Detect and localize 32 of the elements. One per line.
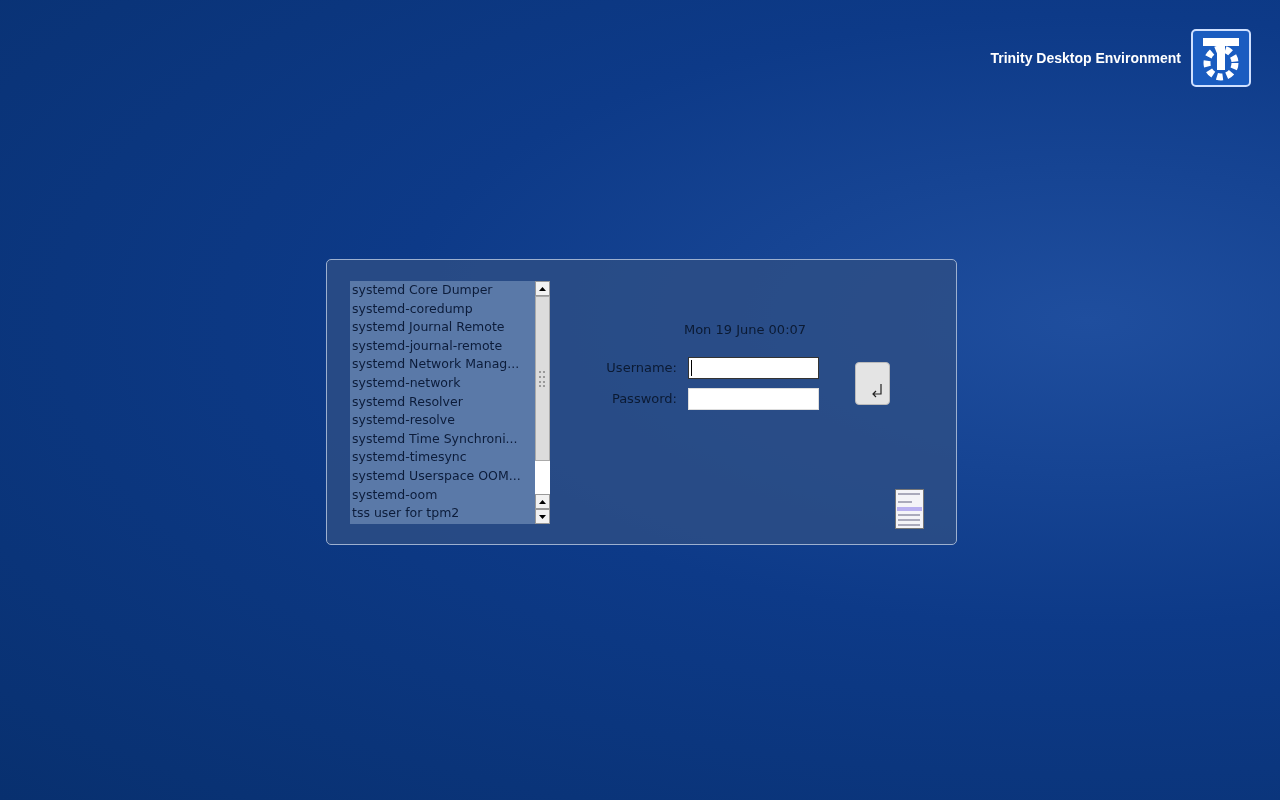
field-label: Username: <box>605 358 677 377</box>
grip-icon <box>539 370 546 387</box>
clock-text: Mon 19 June 00:07 <box>683 321 807 339</box>
up-arrow-icon <box>539 286 546 291</box>
branding-title: Trinity Desktop Environment <box>990 48 1181 68</box>
user-list-item[interactable]: systemd Journal Remote <box>350 318 535 337</box>
session-list-icon[interactable] <box>895 488 924 529</box>
user-list-item[interactable]: systemd-coredump <box>350 299 535 319</box>
user-list-item[interactable]: systemd-network <box>350 373 535 393</box>
down-arrow-icon <box>539 514 546 519</box>
login-button[interactable] <box>855 361 890 405</box>
scroll-up-button[interactable] <box>535 494 550 509</box>
user-list-item[interactable]: systemd Time Synchroni... <box>350 429 535 449</box>
password-field[interactable] <box>688 387 819 410</box>
scroll-down-button[interactable] <box>535 509 550 524</box>
user-list-item[interactable]: systemd Userspace OOM... <box>350 466 535 486</box>
scrollbar[interactable] <box>535 281 550 524</box>
user-list-item[interactable]: systemd Network Manag... <box>350 355 535 374</box>
gear-logo-icon <box>1191 29 1251 87</box>
enter-icon <box>871 383 883 398</box>
username-field[interactable] <box>688 356 819 379</box>
user-list-item[interactable]: tss user for tpm2 <box>350 504 535 523</box>
field-label: Password: <box>610 389 677 408</box>
user-list-item[interactable]: systemd-journal-remote <box>350 336 535 356</box>
up-arrow-icon <box>539 499 546 504</box>
user-list-item[interactable]: systemd-resolve <box>350 411 535 430</box>
user-list-item[interactable]: systemd-timesync <box>350 448 535 467</box>
user-list-item[interactable]: systemd Core Dumper <box>350 281 535 300</box>
scroll-thumb[interactable] <box>535 296 550 461</box>
user-list-item[interactable]: systemd-oom <box>350 485 535 505</box>
scroll-up-button[interactable] <box>535 281 550 296</box>
user-list-item[interactable]: systemd Resolver <box>350 392 535 412</box>
